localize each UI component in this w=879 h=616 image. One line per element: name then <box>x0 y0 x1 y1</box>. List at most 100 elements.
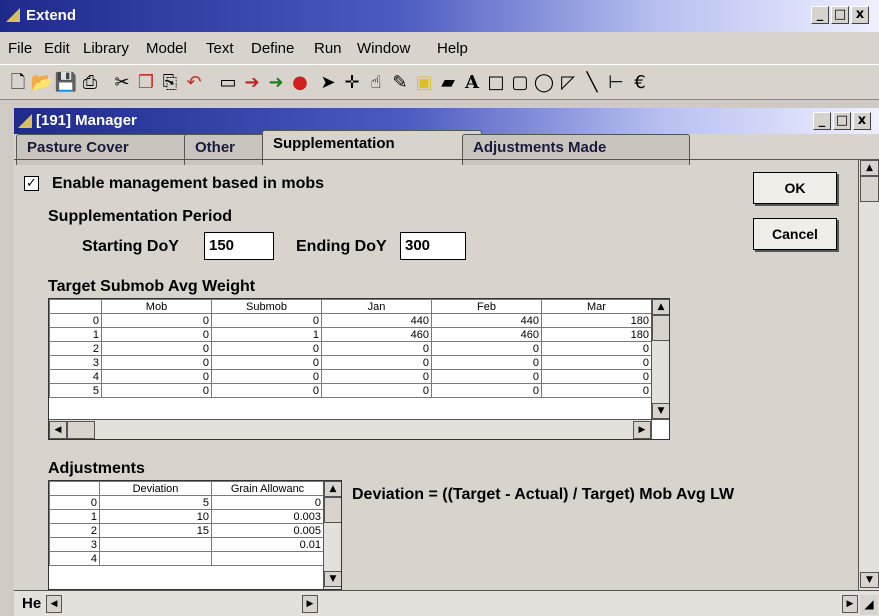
table-cell[interactable]: 10 <box>99 509 212 524</box>
table-cell[interactable]: 440 <box>321 313 432 328</box>
open-folder-icon[interactable]: 📂 <box>30 71 54 95</box>
cancel-button[interactable]: Cancel <box>753 218 837 250</box>
table-cell[interactable]: 0 <box>101 313 212 328</box>
paste-icon[interactable]: ⎘ <box>158 71 182 95</box>
table-cell[interactable]: 0.003 <box>211 509 324 524</box>
connect-icon[interactable]: ➔ <box>240 71 264 95</box>
scroll-down-arrow-icon[interactable]: ▼ <box>652 403 669 419</box>
pointer-icon[interactable]: ➤ <box>316 71 340 95</box>
scroll-up-arrow-icon[interactable]: ▲ <box>860 160 879 176</box>
scroll-right-arrow-icon[interactable]: ▶ <box>842 595 858 613</box>
tab-adjustments-made[interactable]: Adjustments Made <box>462 134 690 165</box>
column-header[interactable]: Grain Allowanc <box>211 481 324 496</box>
table-cell[interactable] <box>99 537 212 552</box>
menu-edit[interactable]: Edit <box>44 40 70 57</box>
table-cell[interactable]: 0 <box>321 369 432 384</box>
table-cell[interactable]: 180 <box>541 327 652 342</box>
table-cell[interactable]: 0 <box>211 341 322 356</box>
menu-define[interactable]: Define <box>251 40 294 57</box>
cut-icon[interactable]: ✂ <box>110 71 134 95</box>
ok-button[interactable]: OK <box>753 172 837 204</box>
table-cell[interactable]: 0 <box>211 495 324 510</box>
run-icon[interactable]: ➜ <box>264 71 288 95</box>
table-cell[interactable]: 0 <box>101 355 212 370</box>
table-cell[interactable]: 460 <box>321 327 432 342</box>
ending-doy-input[interactable]: 300 <box>400 232 466 260</box>
hand-icon[interactable]: ☝ <box>364 71 388 95</box>
enable-mobs-checkbox[interactable]: ✓ <box>24 176 39 191</box>
table-cell[interactable]: 0 <box>211 355 322 370</box>
new-document-icon[interactable]: 🗋 <box>6 71 30 95</box>
maximize-button[interactable]: □ <box>831 6 849 24</box>
table-cell[interactable]: 0 <box>431 341 542 356</box>
column-header[interactable]: Submob <box>211 299 322 314</box>
column-header[interactable]: Feb <box>431 299 542 314</box>
table-cell[interactable]: 0.01 <box>211 537 324 552</box>
table-cell[interactable]: 0.005 <box>211 523 324 538</box>
table-cell[interactable]: 0 <box>541 341 652 356</box>
currency-icon[interactable]: € <box>628 71 652 95</box>
manager-close-button[interactable]: x <box>853 112 871 130</box>
scroll-down-arrow-icon[interactable]: ▼ <box>324 571 341 587</box>
table-cell[interactable]: 0 <box>101 327 212 342</box>
table-cell[interactable]: 440 <box>431 313 542 328</box>
scroll-left-arrow-icon[interactable]: ◀ <box>49 421 67 439</box>
scroll-up-arrow-icon[interactable]: ▲ <box>652 299 669 315</box>
pencil-icon[interactable]: ✎ <box>388 71 412 95</box>
menu-model[interactable]: Model <box>146 40 187 57</box>
column-header[interactable]: Mar <box>541 299 652 314</box>
table-cell[interactable]: 0 <box>431 383 542 398</box>
adjustments-table-vscroll[interactable]: ▲ ▼ <box>323 481 341 589</box>
table-cell[interactable]: 0 <box>541 355 652 370</box>
polygon-icon[interactable]: ◸ <box>556 71 580 95</box>
close-button[interactable]: x <box>851 6 869 24</box>
column-header[interactable]: Jan <box>321 299 432 314</box>
scroll-right-arrow-icon[interactable]: ▶ <box>633 421 651 439</box>
print-icon[interactable]: ⎙ <box>78 71 102 95</box>
undo-icon[interactable]: ↶ <box>182 71 206 95</box>
table-cell[interactable]: 5 <box>99 495 212 510</box>
table-cell[interactable]: 0 <box>321 341 432 356</box>
menu-library[interactable]: Library <box>83 40 129 57</box>
line-icon[interactable]: ╲ <box>580 71 604 95</box>
minimize-button[interactable]: _ <box>811 6 829 24</box>
manager-minimize-button[interactable]: _ <box>813 112 831 130</box>
table-cell[interactable]: 460 <box>431 327 542 342</box>
column-header[interactable]: Mob <box>101 299 212 314</box>
target-table-hscroll[interactable]: ◀ ▶ <box>49 419 651 439</box>
resize-grip-icon[interactable]: ◢ <box>860 595 878 615</box>
table-cell[interactable]: 0 <box>321 383 432 398</box>
table-cell[interactable]: 0 <box>101 369 212 384</box>
rounded-rect-icon[interactable]: ▢ <box>508 71 532 95</box>
table-cell[interactable]: 0 <box>211 313 322 328</box>
text-tool-icon[interactable]: A <box>460 71 484 95</box>
rectangle-icon[interactable]: □ <box>484 71 508 95</box>
table-cell[interactable]: 0 <box>321 355 432 370</box>
connector-icon[interactable]: ⊢ <box>604 71 628 95</box>
scroll-up-arrow-icon[interactable]: ▲ <box>324 481 341 497</box>
manager-horizontal-scrollbar[interactable]: He ◀ ▶ ▶ ◢ <box>14 590 879 616</box>
menu-run[interactable]: Run <box>314 40 342 57</box>
table-cell[interactable]: 0 <box>211 383 322 398</box>
fill-icon[interactable]: ▰ <box>436 71 460 95</box>
tab-pasture-cover[interactable]: Pasture Cover <box>16 134 204 165</box>
scroll-thumb[interactable] <box>652 315 669 341</box>
table-cell[interactable]: 0 <box>431 369 542 384</box>
table-cell[interactable]: 0 <box>211 369 322 384</box>
menu-help[interactable]: Help <box>437 40 468 57</box>
scroll-down-arrow-icon[interactable]: ▼ <box>860 572 879 588</box>
table-cell[interactable]: 15 <box>99 523 212 538</box>
oval-icon[interactable]: ◯ <box>532 71 556 95</box>
table-cell[interactable] <box>99 551 212 566</box>
menu-window[interactable]: Window <box>357 40 410 57</box>
starting-doy-input[interactable]: 150 <box>204 232 274 260</box>
scroll-thumb[interactable] <box>860 176 879 202</box>
table-cell[interactable]: 0 <box>101 341 212 356</box>
scroll-right-arrow-icon[interactable]: ▶ <box>302 595 318 613</box>
table-cell[interactable]: 0 <box>101 383 212 398</box>
scroll-left-arrow-icon[interactable]: ◀ <box>46 595 62 613</box>
table-cell[interactable]: 0 <box>541 383 652 398</box>
save-icon[interactable]: 💾 <box>54 71 78 95</box>
manager-maximize-button[interactable]: □ <box>833 112 851 130</box>
table-cell[interactable]: 0 <box>541 369 652 384</box>
